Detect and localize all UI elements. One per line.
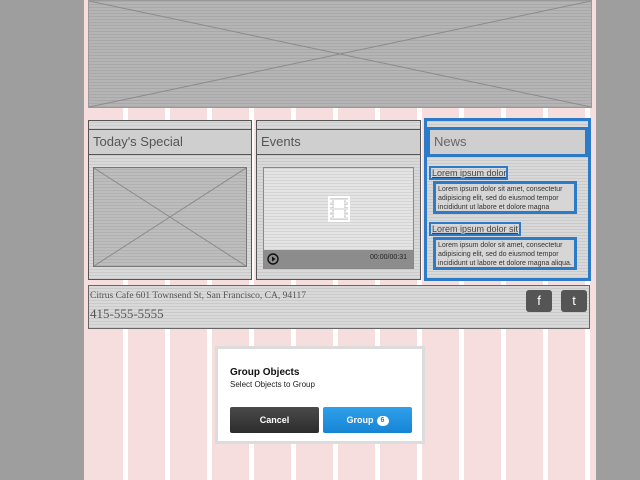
image-placeholder-icon [89,1,591,107]
news-item-body[interactable]: Lorem ipsum dolor sit amet, consectetur … [433,237,577,270]
events-panel[interactable]: Events 00:00/00:31 [256,120,421,280]
hero-image-placeholder[interactable] [88,0,592,108]
group-button-label: Group [346,415,374,425]
video-player[interactable]: 00:00/00:31 [263,167,414,269]
news-item-title[interactable]: Lorem ipsum dolor [429,166,508,180]
phone-text: 415-555-5555 [90,306,164,321]
news-item-body[interactable]: Lorem ipsum dolor sit amet, consectetur … [433,181,577,214]
film-icon [328,196,350,222]
news-title[interactable]: News [427,127,588,157]
news-item-title[interactable]: Lorem ipsum dolor sit [429,222,521,236]
video-controls: 00:00/00:31 [264,250,413,268]
dialog-title: Group Objects [230,367,300,378]
special-image-placeholder[interactable] [93,167,247,267]
dialog-subtitle: Select Objects to Group [230,380,315,389]
facebook-icon[interactable]: f [526,290,552,312]
image-placeholder-icon [94,168,246,266]
group-button[interactable]: Group 6 [323,407,412,433]
todays-special-title: Today's Special [89,129,251,155]
cancel-button[interactable]: Cancel [230,407,319,433]
video-time: 00:00/00:31 [370,254,407,261]
play-icon[interactable] [267,253,279,265]
todays-special-panel[interactable]: Today's Special [88,120,252,280]
news-panel[interactable]: News Lorem ipsum dolor Lorem ipsum dolor… [424,118,591,281]
cancel-button-label: Cancel [259,415,290,425]
address-text: Citrus Cafe 601 Townsend St, San Francis… [90,291,306,301]
footer[interactable]: Citrus Cafe 601 Townsend St, San Francis… [88,285,590,329]
group-count-badge: 6 [376,415,389,426]
twitter-icon[interactable]: t [561,290,587,312]
events-title: Events [257,129,420,155]
group-objects-dialog: Group Objects Select Objects to Group Ca… [215,346,425,444]
